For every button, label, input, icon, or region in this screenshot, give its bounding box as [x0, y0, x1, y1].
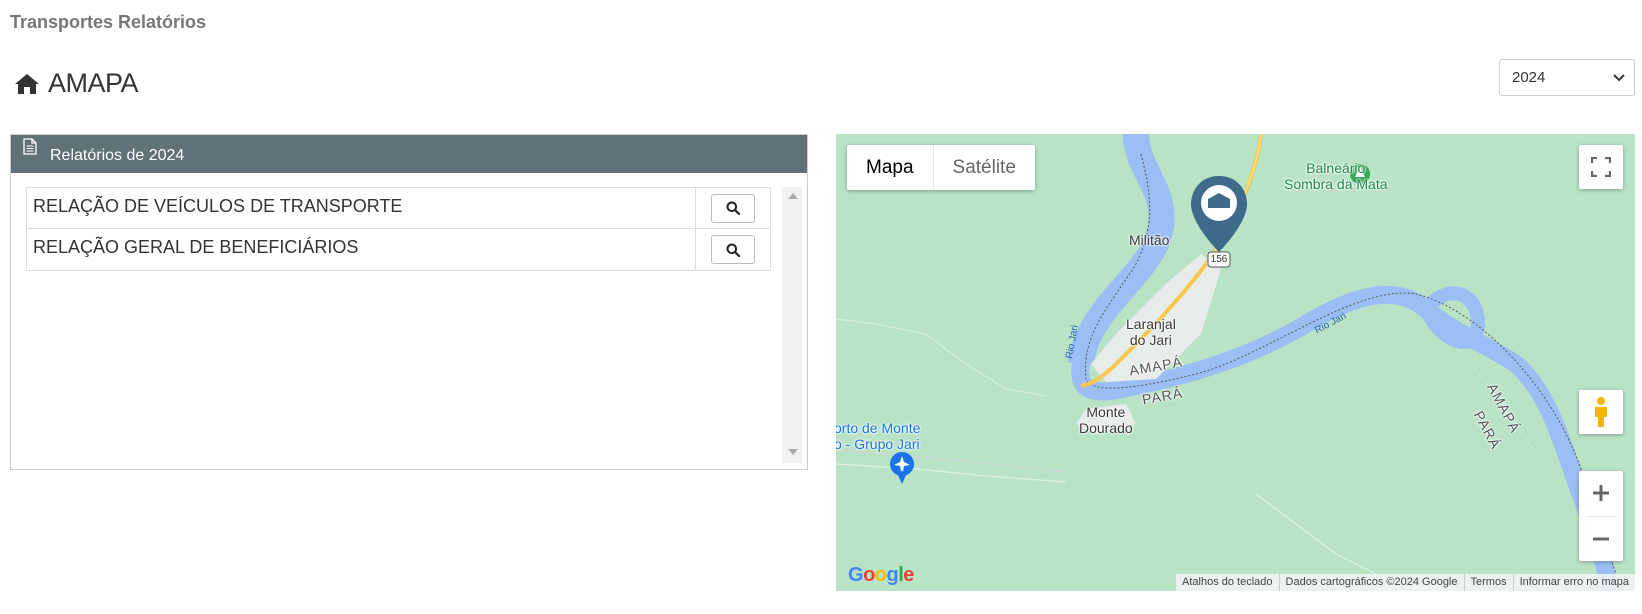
report-action-cell	[696, 188, 770, 228]
table-row: RELAÇÃO GERAL DE BENEFICIÁRIOS	[26, 229, 771, 271]
google-logo: Google	[848, 564, 914, 586]
map-type-map-button[interactable]: Mapa	[847, 145, 934, 190]
map-label-line: Dourado	[1079, 420, 1133, 436]
chevron-down-icon	[1613, 74, 1625, 82]
map-label-line: do Jari	[1129, 332, 1172, 348]
view-report-button[interactable]	[711, 193, 755, 223]
map-label-line: Laranjal	[1126, 316, 1176, 332]
map-label-line: orto de Monte	[836, 420, 921, 436]
search-icon	[726, 243, 740, 257]
map-attribution: Atalhos do teclado Dados cartográficos ©…	[1176, 574, 1635, 591]
reports-panel-title: Relatórios de 2024	[50, 147, 185, 164]
report-name: RELAÇÃO DE VEÍCULOS DE TRANSPORTE	[27, 188, 696, 228]
map-label-line: Balneário	[1306, 160, 1366, 176]
page-title: AMAPA	[48, 68, 139, 98]
map-type-control: Mapa Satélite	[847, 145, 1035, 190]
year-select-value: 2024	[1512, 69, 1546, 86]
terms-link[interactable]: Termos	[1463, 574, 1513, 591]
map-canvas	[836, 134, 1620, 591]
reports-panel: Relatórios de 2024 RELAÇÃO DE VEÍCULOS D…	[10, 134, 808, 470]
report-action-cell	[696, 229, 770, 270]
home-icon	[15, 73, 39, 94]
map-label-line: o - Grupo Jari	[836, 436, 920, 452]
scroll-up-arrow-icon[interactable]	[788, 193, 798, 199]
plus-icon	[1593, 485, 1609, 502]
map-data-text: Dados cartográficos ©2024 Google	[1278, 574, 1464, 591]
table-row: RELAÇÃO DE VEÍCULOS DE TRANSPORTE	[26, 187, 771, 229]
minus-icon	[1593, 537, 1609, 541]
year-select[interactable]: 2024	[1499, 59, 1635, 96]
fullscreen-button[interactable]	[1579, 145, 1623, 189]
map-label-balneario: Balneário Sombra da Mata	[1284, 160, 1388, 192]
reports-list: RELAÇÃO DE VEÍCULOS DE TRANSPORTE RELAÇÃ…	[26, 187, 802, 463]
scroll-down-arrow-icon[interactable]	[788, 449, 798, 455]
map-view[interactable]: Rio Jari Rio Jari 156 Balneário Sombra d…	[836, 134, 1635, 591]
report-error-link[interactable]: Informar erro no mapa	[1512, 574, 1635, 591]
map-label-militao: Militão	[1129, 232, 1170, 248]
map-label-highway: 156	[1210, 254, 1228, 265]
report-name: RELAÇÃO GERAL DE BENEFICIÁRIOS	[27, 229, 696, 270]
document-icon	[23, 138, 37, 155]
fullscreen-icon	[1591, 157, 1611, 177]
list-scrollbar[interactable]	[782, 187, 802, 463]
map-label-line: Sombra da Mata	[1284, 176, 1388, 192]
view-report-button[interactable]	[711, 235, 755, 264]
pegman-icon	[1595, 397, 1607, 427]
map-label-line: Monte	[1086, 404, 1126, 420]
zoom-control	[1579, 471, 1623, 561]
search-icon	[726, 201, 740, 215]
street-view-pegman-button[interactable]	[1579, 390, 1623, 434]
map-type-satellite-button[interactable]: Satélite	[934, 145, 1035, 190]
map-label-laranjal: Laranjal do Jari	[1126, 316, 1176, 348]
map-label-monte-dourado: Monte Dourado	[1079, 404, 1133, 436]
zoom-out-button[interactable]	[1579, 516, 1623, 561]
page-title-row: AMAPA	[14, 68, 139, 99]
app-title: Transportes Relatórios	[10, 12, 207, 32]
keyboard-shortcuts-link[interactable]: Atalhos do teclado	[1176, 574, 1279, 591]
reports-panel-heading: Relatórios de 2024	[11, 135, 807, 173]
reports-rows: RELAÇÃO DE VEÍCULOS DE TRANSPORTE RELAÇÃ…	[26, 187, 771, 271]
zoom-in-button[interactable]	[1579, 471, 1623, 516]
map-label-airport: orto de Monte o - Grupo Jari	[836, 420, 920, 452]
